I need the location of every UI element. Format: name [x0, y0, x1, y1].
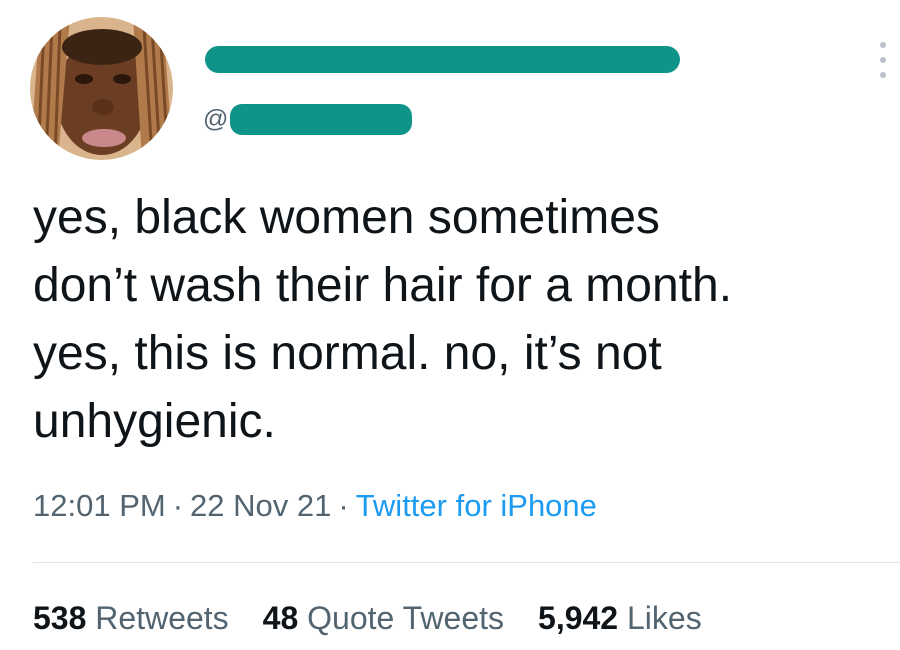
tweet-text: yes, black women sometimes don’t wash th… [33, 191, 733, 448]
handle-at-sign: @ [203, 104, 229, 133]
likes-stat[interactable]: 5,942 Likes [538, 598, 702, 638]
avatar-image [30, 17, 173, 160]
author-avatar[interactable] [30, 17, 173, 160]
quote-tweets-count: 48 [262, 600, 299, 636]
retweets-label: Retweets [95, 600, 229, 636]
tweet-time[interactable]: 12:01 PM [33, 488, 166, 523]
meta-separator: · [338, 488, 349, 523]
tweet-source-link[interactable]: Twitter for iPhone [356, 488, 597, 523]
author-handle[interactable]: @ [203, 103, 413, 135]
likes-count: 5,942 [538, 600, 619, 636]
display-name-redaction [205, 46, 680, 73]
likes-label: Likes [626, 600, 702, 636]
quote-tweets-stat[interactable]: 48 Quote Tweets [263, 598, 504, 638]
tweet-meta: 12:01 PM · 22 Nov 21 · Twitter for iPhone [33, 486, 597, 526]
tweet-card: @ yes, black women sometimes don’t wash … [0, 0, 900, 650]
retweets-count: 538 [33, 600, 87, 636]
quote-tweets-label: Quote Tweets [307, 600, 505, 636]
meta-separator: · [172, 488, 184, 523]
stats-divider [33, 562, 900, 563]
handle-redaction [230, 103, 413, 135]
retweets-stat[interactable]: 538 Retweets [33, 598, 229, 638]
more-vertical-icon[interactable] [876, 42, 890, 78]
tweet-stats: 538 Retweets 48 Quote Tweets 5,942 Likes [33, 598, 702, 638]
tweet-date[interactable]: 22 Nov 21 [190, 488, 331, 523]
